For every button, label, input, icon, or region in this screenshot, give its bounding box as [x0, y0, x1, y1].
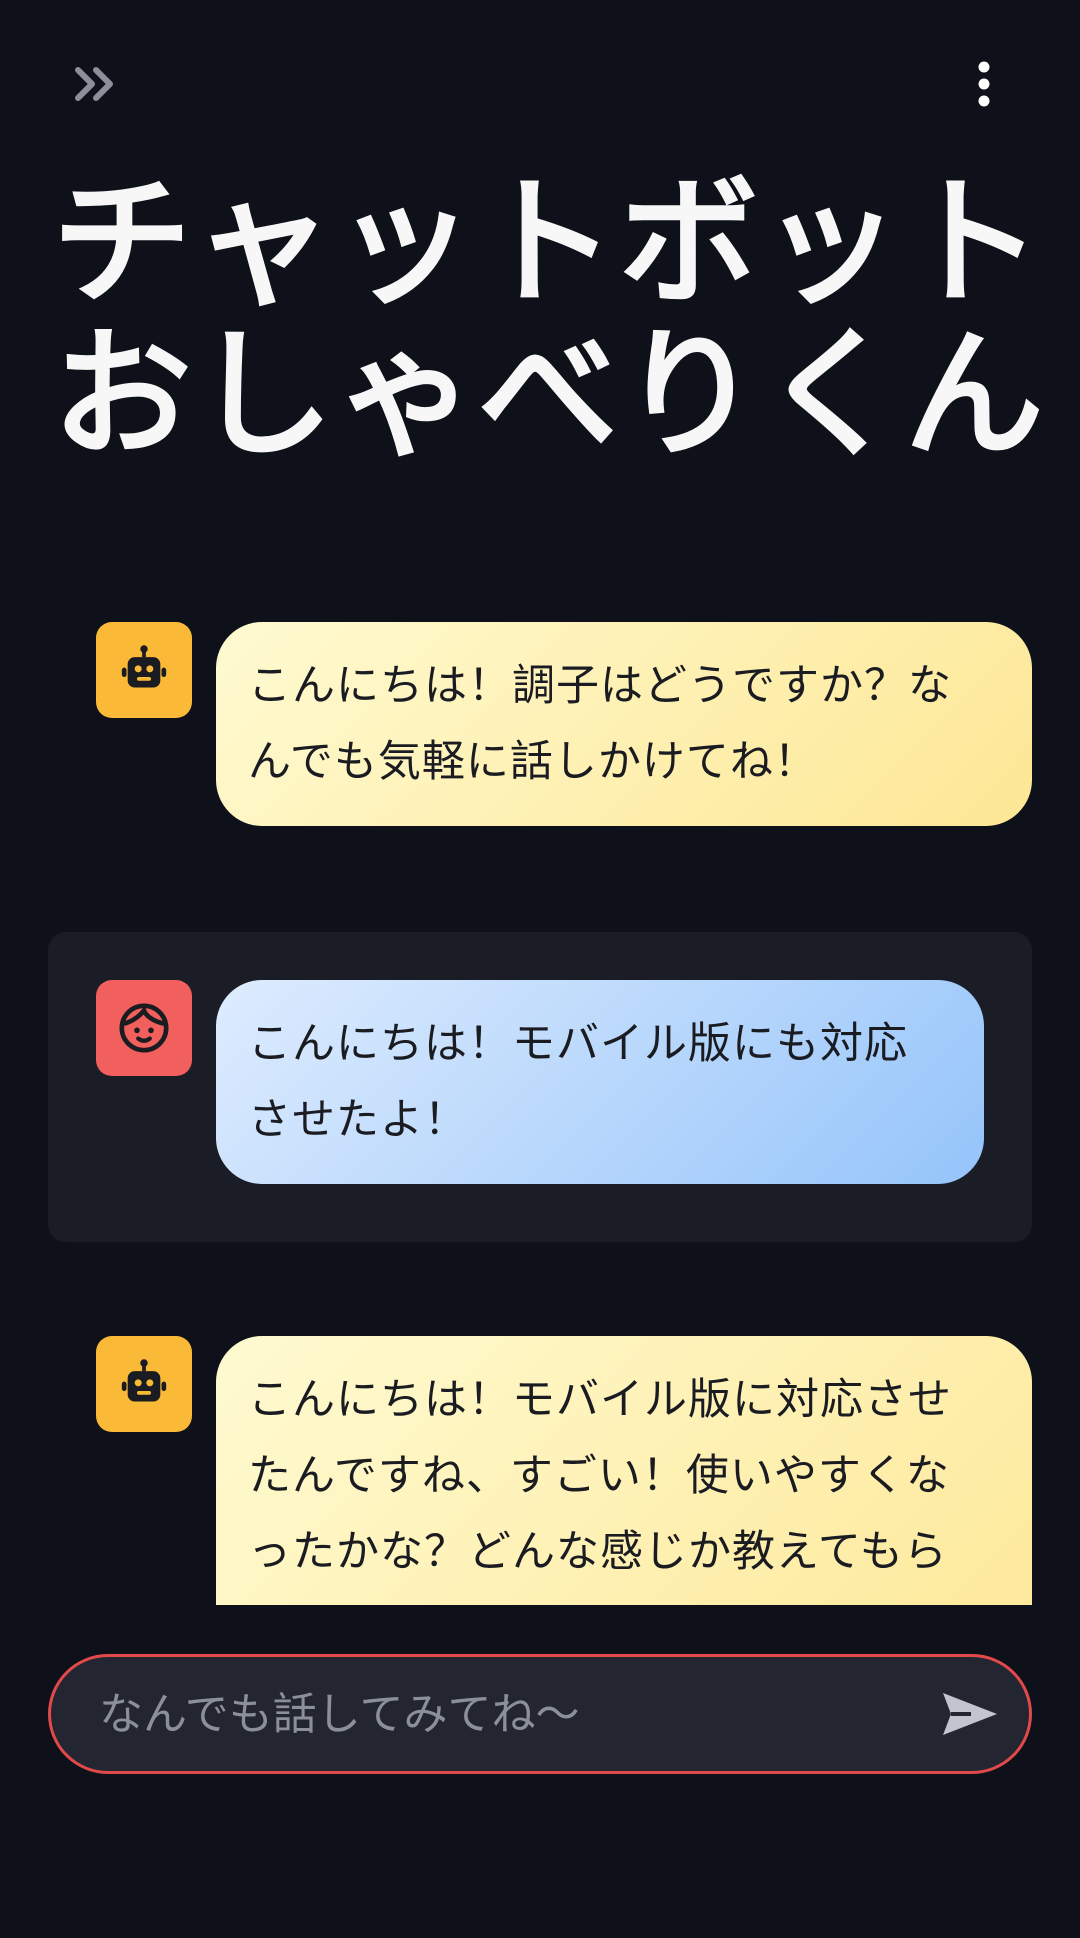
top-bar [0, 0, 1080, 170]
message-text-line: こんにちは！モバイル版にも対応 [248, 1019, 908, 1069]
title-line-2: おしゃべりくん [52, 314, 1047, 477]
robot-icon [121, 1359, 167, 1402]
chat-input[interactable] [99, 1657, 919, 1771]
expand-sidebar-button[interactable] [66, 56, 126, 112]
title-line-1: チャットボット [52, 162, 1045, 325]
vertical-dots-icon [978, 61, 990, 107]
chat-input-container [48, 1654, 1032, 1774]
bot-message-bubble: こんにちは！調子はどうですか？な んでも気軽に話しかけてね！ [216, 622, 1032, 826]
message-text-line: ったかな？どんな感じか教えてもら [248, 1527, 948, 1577]
message-text-line: たんですね、すごい！使いやすくな [248, 1451, 950, 1501]
send-button[interactable] [935, 1681, 1005, 1747]
robot-icon [121, 645, 167, 688]
more-options-button[interactable] [954, 56, 1014, 112]
bot-avatar [96, 1336, 192, 1432]
message-text-line: こんにちは！調子はどうですか？な [248, 661, 952, 711]
message-text-line: させたよ！ [248, 1095, 468, 1145]
send-icon [943, 1693, 997, 1735]
message-list[interactable]: こんにちは！調子はどうですか？な んでも気軽に話しかけてね！ こんにちは！モバイ… [0, 600, 1080, 1605]
page-title: チャットボット おしゃべりくん [52, 162, 1047, 477]
user-message-bubble: こんにちは！モバイル版にも対応 させたよ！ [216, 980, 984, 1184]
bot-avatar [96, 622, 192, 718]
chat-app: チャットボット おしゃべりくん こんにちは！調子はどうですか？な んでも気軽に話… [0, 0, 1080, 1938]
bot-message-bubble: こんにちは！モバイル版に対応させ たんですね、すごい！使いやすくな ったかな？ど… [216, 1336, 1032, 1605]
face-icon [119, 1003, 169, 1053]
message-text-line: んでも気軽に話しかけてね！ [248, 737, 818, 787]
double-chevron-right-icon [75, 67, 113, 101]
message-text-line: こんにちは！モバイル版に対応させ [248, 1375, 952, 1425]
user-avatar [96, 980, 192, 1076]
